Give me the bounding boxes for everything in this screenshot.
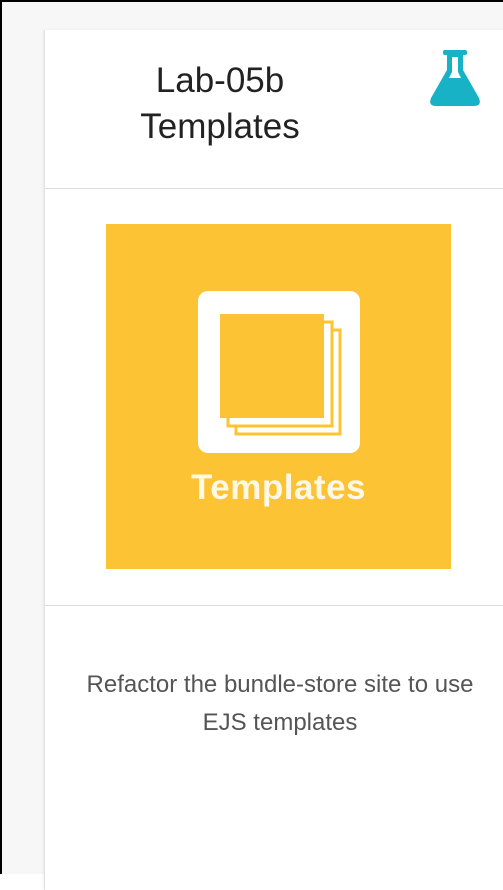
templates-tile[interactable]: Templates	[106, 224, 451, 569]
card-title[interactable]: Lab-05b Templates	[85, 58, 355, 150]
card-header: Lab-05b Templates	[45, 30, 503, 189]
lab-card[interactable]: Lab-05b Templates Templates Refactor the…	[44, 30, 503, 890]
window-frame: Lab-05b Templates Templates Refactor the…	[0, 0, 503, 890]
flask-icon	[430, 50, 480, 106]
templates-icon	[198, 291, 360, 453]
tile-label: Templates	[190, 468, 367, 507]
card-title-line-1: Lab-05b	[155, 61, 285, 100]
card-image-area: Templates	[45, 189, 503, 606]
card-description: Refactor the bundle-store site to use EJ…	[86, 671, 474, 736]
card-title-line-2: Templates	[140, 107, 300, 146]
